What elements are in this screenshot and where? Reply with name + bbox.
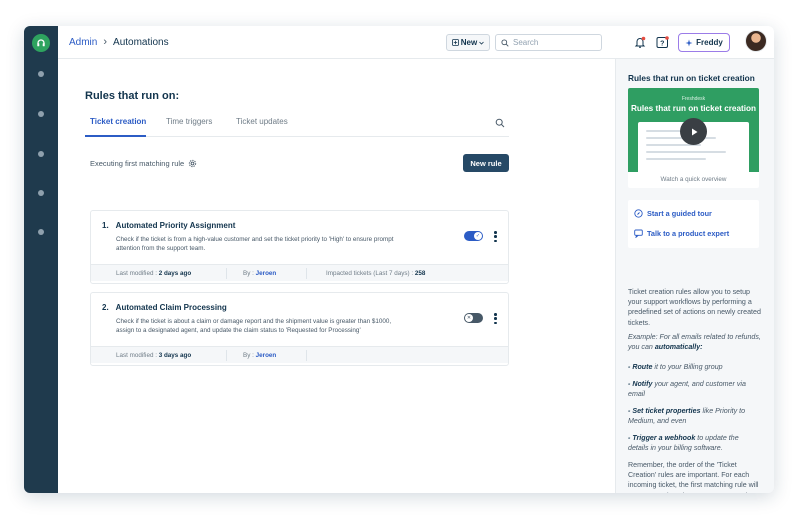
help-panel: Rules that run on ticket creation Freshd… [615, 59, 774, 493]
svg-text:?: ? [660, 40, 664, 47]
freddy-label: Freddy [696, 38, 723, 47]
app-window: Admin › Automations New ? Freddy Rule [24, 26, 774, 493]
search-box[interactable] [495, 34, 602, 51]
help-bullet: - Trigger a webhook to update the detail… [628, 434, 739, 453]
help-intro: Ticket creation rules allow you to setup… [628, 288, 761, 327]
chat-icon [634, 229, 643, 238]
video-title: Rules that run on ticket creation [630, 104, 757, 113]
help-bullet: - Route it to your Billing group [628, 363, 723, 371]
impacted-tickets: Impacted tickets (Last 7 days) : 258 [326, 270, 426, 277]
product-expert-link[interactable]: Talk to a product expert [634, 229, 729, 238]
help-outro: Remember, the order of the 'Ticket Creat… [628, 461, 759, 493]
new-button-label: New [460, 38, 478, 47]
guided-tour-link[interactable]: Start a guided tour [634, 209, 712, 218]
rule-number: 2. [102, 303, 109, 312]
help-bullet: - Notify your agent, and customer via em… [628, 380, 746, 399]
help-bullet: - Set ticket properties like Priority to… [628, 407, 746, 426]
sidebar-item-5[interactable] [38, 229, 44, 235]
check-icon: ✓ [474, 232, 482, 240]
page-title: Automations [113, 36, 169, 48]
video-thumbnail: Freshdesk Rules that run on ticket creat… [628, 88, 759, 172]
video-card[interactable]: Freshdesk Rules that run on ticket creat… [628, 88, 759, 188]
video-brand: Freshdesk [681, 96, 706, 102]
sidebar-item-4[interactable] [38, 190, 44, 196]
tab-ticket-creation[interactable]: Ticket creation [90, 117, 146, 126]
rule-number: 1. [102, 221, 109, 230]
sparkle-icon [685, 39, 693, 46]
topbar: Admin › Automations New ? Freddy [58, 26, 774, 59]
compass-icon [634, 209, 643, 218]
execution-mode: Executing first matching rule [90, 159, 197, 168]
active-tab-indicator [85, 135, 146, 137]
search-icon[interactable] [495, 118, 505, 128]
rule-header: 2. Automated Claim Processing [102, 303, 227, 312]
tab-time-triggers[interactable]: Time triggers [166, 117, 212, 126]
rules-heading: Rules that run on: [85, 90, 180, 102]
close-icon: ✕ [465, 314, 473, 322]
more-options-icon[interactable] [494, 313, 497, 324]
author-link[interactable]: Jeroen [256, 352, 277, 359]
help-example: Example: For all emails related to refun… [628, 333, 761, 352]
last-modified: Last modified : 2 days ago [116, 270, 192, 277]
play-icon[interactable] [680, 118, 707, 145]
rule-meta: Last modified : 2 days ago By : Jeroen I… [91, 264, 508, 281]
help-icon[interactable]: ? [655, 35, 669, 49]
help-links: Start a guided tour Talk to a product ex… [628, 200, 759, 248]
sidebar-item-3[interactable] [38, 151, 44, 157]
rule-header: 1. Automated Priority Assignment [102, 221, 235, 230]
rule-name[interactable]: Automated Claim Processing [116, 303, 227, 312]
sidebar [24, 26, 58, 493]
execution-mode-label: Executing first matching rule [90, 159, 185, 168]
modified-by: By : Jeroen [243, 270, 277, 277]
rule-description: Check if the ticket is from a high-value… [116, 236, 394, 252]
headset-icon[interactable] [32, 34, 50, 52]
breadcrumb: Admin › Automations [69, 36, 169, 48]
breadcrumb-admin-link[interactable]: Admin [69, 37, 97, 48]
search-icon [501, 38, 509, 47]
help-panel-title: Rules that run on ticket creation [628, 73, 755, 83]
chevron-down-icon [479, 41, 485, 45]
modified-by: By : Jeroen [243, 352, 277, 359]
gear-icon[interactable] [188, 159, 197, 168]
rule-meta: Last modified : 3 days ago By : Jeroen [91, 346, 508, 363]
new-rule-button[interactable]: New rule [463, 154, 509, 172]
freddy-button[interactable]: Freddy [678, 33, 730, 52]
rule-tabs: Ticket creation Time triggers Ticket upd… [85, 110, 509, 137]
rule-toggle[interactable]: ✓ [464, 231, 483, 241]
author-link[interactable]: Jeroen [256, 270, 277, 277]
rule-name[interactable]: Automated Priority Assignment [116, 221, 236, 230]
avatar[interactable] [745, 30, 767, 52]
video-caption: Watch a quick overview [660, 176, 727, 183]
bell-icon[interactable] [633, 35, 647, 49]
sidebar-item-1[interactable] [38, 71, 44, 77]
last-modified: Last modified : 3 days ago [116, 352, 192, 359]
breadcrumb-separator: › [103, 36, 108, 48]
tab-ticket-updates[interactable]: Ticket updates [236, 117, 288, 126]
search-input[interactable] [513, 38, 593, 47]
new-button[interactable]: New [446, 34, 490, 51]
main-content: Rules that run on: Ticket creation Time … [58, 59, 615, 493]
more-options-icon[interactable] [494, 231, 497, 242]
rule-toggle[interactable]: ✕ [464, 313, 483, 323]
rule-description: Check if the ticket is about a claim or … [116, 318, 392, 334]
sidebar-item-2[interactable] [38, 111, 44, 117]
rule-card[interactable]: 2. Automated Claim Processing Check if t… [90, 292, 509, 366]
plus-box-icon [451, 39, 459, 46]
rule-card[interactable]: 1. Automated Priority Assignment Check i… [90, 210, 509, 284]
